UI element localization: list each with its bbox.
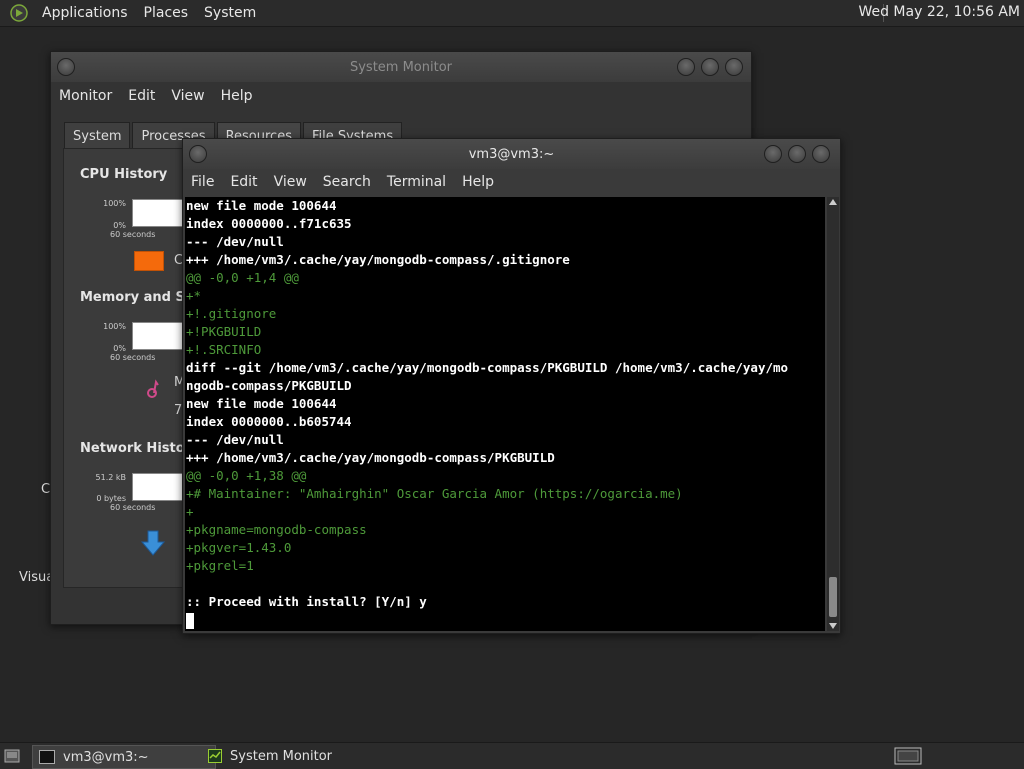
terminal-line: --- /dev/null — [186, 432, 284, 447]
network-y-min: 0 bytes — [96, 494, 126, 503]
cpu-x-label: 60 seconds — [110, 230, 156, 239]
places-menu[interactable]: Places — [136, 5, 197, 21]
terminal-icon — [39, 750, 55, 764]
terminal-cursor-line — [185, 611, 825, 629]
terminal-line: diff --git /home/vm3/.cache/yay/mongodb-… — [186, 360, 789, 375]
close-button[interactable] — [725, 58, 743, 76]
memory-y-max: 100% — [103, 322, 126, 331]
minimize-button[interactable] — [764, 145, 782, 163]
menu-file[interactable]: File — [183, 174, 222, 190]
system-monitor-icon — [208, 749, 222, 763]
menu-edit[interactable]: Edit — [222, 174, 265, 190]
terminal-line: new file mode 100644 — [186, 198, 337, 213]
terminal-line: +# Maintainer: "Amhairghin" Oscar Garcia… — [186, 486, 683, 501]
top-panel: Applications Places System Wed May 22, 1… — [0, 0, 1024, 27]
menu-help[interactable]: Help — [454, 174, 502, 190]
maximize-button[interactable] — [788, 145, 806, 163]
taskbar-item-label: vm3@vm3:~ — [63, 749, 149, 765]
terminal-line: +!.SRCINFO — [186, 342, 262, 357]
terminal-line: +!PKGBUILD — [186, 324, 262, 339]
menu-terminal[interactable]: Terminal — [379, 174, 454, 190]
window-title: vm3@vm3:~ — [468, 146, 555, 162]
terminal-line: index 0000000..f71c635 — [186, 216, 352, 231]
terminal-line: +pkgver=1.43.0 — [186, 540, 292, 555]
menu-view[interactable]: View — [266, 174, 315, 190]
terminal-line: + — [186, 504, 194, 519]
memory-x-label: 60 seconds — [110, 353, 156, 362]
taskbar-item-system-monitor[interactable]: System Monitor — [202, 745, 384, 767]
terminal-line: +++ /home/vm3/.cache/yay/mongodb-compass… — [186, 450, 555, 465]
memory-pie-icon[interactable] — [144, 379, 160, 399]
memory-y-min: 0% — [113, 344, 126, 353]
scroll-up-icon[interactable] — [829, 199, 837, 205]
cpu-history-heading: CPU History — [80, 167, 168, 182]
network-y-max: 51.2 kB — [95, 473, 126, 482]
terminal-line: new file mode 100644 — [186, 396, 337, 411]
terminal-line: +* — [186, 288, 202, 303]
download-arrow-icon — [140, 530, 166, 556]
cpu-y-max: 100% — [103, 199, 126, 208]
terminal-window: vm3@vm3:~ File Edit View Search Terminal… — [182, 138, 841, 634]
terminal-output[interactable]: new file mode 100644 index 0000000..f71c6… — [185, 197, 825, 631]
distro-logo-icon[interactable] — [10, 4, 28, 22]
desktop-icon-label[interactable]: C — [41, 482, 50, 497]
terminal-line: index 0000000..b605744 — [186, 414, 352, 429]
system-monitor-titlebar[interactable]: System Monitor — [51, 52, 751, 82]
applications-menu[interactable]: Applications — [34, 5, 136, 21]
maximize-button[interactable] — [701, 58, 719, 76]
terminal-line: :: Proceed with install? [Y/n] y — [186, 594, 427, 609]
terminal-menubar: File Edit View Search Terminal Help — [183, 168, 840, 196]
menu-help[interactable]: Help — [213, 88, 261, 104]
terminal-line: ngodb-compass/PKGBUILD — [186, 378, 352, 393]
taskbar-item-label: System Monitor — [230, 748, 333, 764]
terminal-titlebar[interactable]: vm3@vm3:~ — [183, 139, 840, 169]
terminal-line: @@ -0,0 +1,4 @@ — [186, 270, 299, 285]
window-menu-button[interactable] — [57, 58, 75, 76]
menu-search[interactable]: Search — [315, 174, 379, 190]
terminal-line: --- /dev/null — [186, 234, 284, 249]
menu-monitor[interactable]: Monitor — [51, 88, 120, 104]
close-button[interactable] — [812, 145, 830, 163]
network-x-label: 60 seconds — [110, 503, 156, 512]
menu-edit[interactable]: Edit — [120, 88, 163, 104]
desktop-icon-label[interactable]: Visua — [19, 570, 54, 585]
window-title: System Monitor — [349, 59, 453, 75]
window-menu-button[interactable] — [189, 145, 207, 163]
menu-view[interactable]: View — [163, 88, 212, 104]
bottom-panel: vm3@vm3:~ System Monitor — [0, 742, 1024, 769]
terminal-line: +pkgrel=1 — [186, 558, 254, 573]
cpu-color-swatch[interactable] — [134, 251, 164, 271]
tab-system[interactable]: System — [64, 122, 131, 149]
clock[interactable]: Wed May 22, 10:56 AM — [858, 4, 1020, 20]
terminal-line: @@ -0,0 +1,38 @@ — [186, 468, 307, 483]
terminal-line: +++ /home/vm3/.cache/yay/mongodb-compass… — [186, 252, 570, 267]
system-monitor-menubar: Monitor Edit View Help — [51, 82, 751, 110]
workspace-switcher-icon[interactable] — [894, 747, 922, 765]
terminal-line: +pkgname=mongodb-compass — [186, 522, 367, 537]
terminal-scrollbar[interactable] — [827, 197, 839, 631]
terminal-cursor — [186, 612, 194, 629]
minimize-button[interactable] — [677, 58, 695, 76]
taskbar-item-terminal[interactable]: vm3@vm3:~ — [32, 745, 216, 769]
terminal-line: +!.gitignore — [186, 306, 277, 321]
system-menu[interactable]: System — [196, 5, 264, 21]
scroll-down-icon[interactable] — [829, 623, 837, 629]
cpu-y-min: 0% — [113, 221, 126, 230]
scrollbar-thumb[interactable] — [829, 577, 837, 617]
show-desktop-icon[interactable] — [4, 749, 20, 763]
